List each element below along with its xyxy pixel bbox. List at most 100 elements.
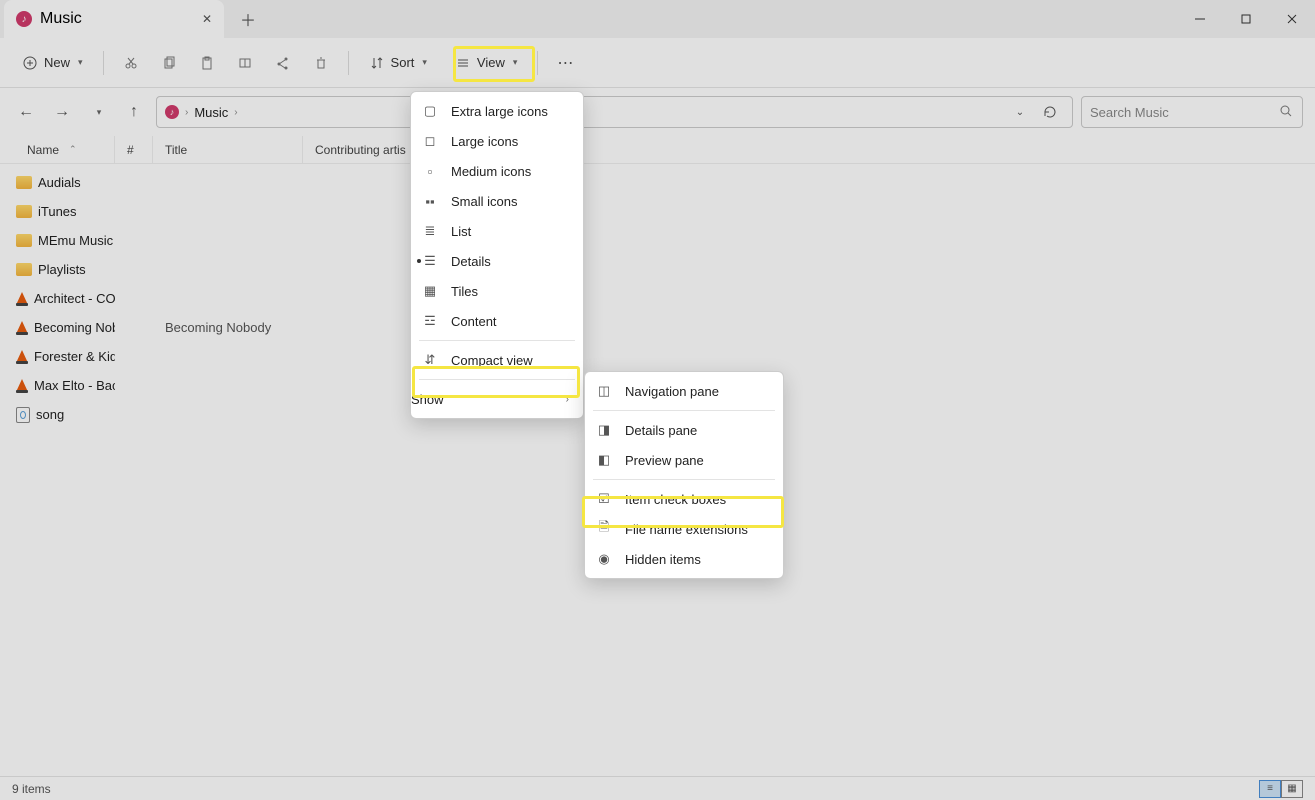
- new-label: New: [44, 55, 70, 70]
- up-button[interactable]: ↑: [120, 98, 148, 126]
- menu-small-icons[interactable]: ▪▪Small icons: [411, 186, 583, 216]
- media-icon: [16, 292, 28, 305]
- column-title[interactable]: Title: [153, 136, 303, 163]
- chevron-right-icon: ›: [566, 394, 569, 405]
- tab-close-button[interactable]: ✕: [202, 12, 212, 26]
- maximize-button[interactable]: [1223, 0, 1269, 38]
- view-button[interactable]: View ▾: [445, 46, 527, 80]
- file-icon: [16, 407, 30, 423]
- recent-button[interactable]: ▾: [84, 98, 112, 126]
- menu-medium-icons[interactable]: ▫Medium icons: [411, 156, 583, 186]
- forward-button[interactable]: →: [48, 98, 76, 126]
- tiles-icon: ▦: [421, 283, 439, 299]
- selected-bullet-icon: [417, 259, 421, 263]
- breadcrumb-music[interactable]: Music: [194, 105, 228, 120]
- cut-button[interactable]: [114, 46, 148, 80]
- menu-navigation-pane[interactable]: ◫Navigation pane: [585, 376, 783, 406]
- menu-compact-view[interactable]: ⇵Compact view: [411, 345, 583, 375]
- new-tab-button[interactable]: ＋: [232, 3, 264, 35]
- address-dropdown-button[interactable]: ⌄: [1006, 98, 1034, 126]
- list-item[interactable]: iTunes: [0, 197, 1315, 226]
- chevron-down-icon: ▾: [513, 57, 518, 68]
- new-button[interactable]: New ▾: [12, 46, 93, 80]
- list-item[interactable]: Becoming Nob... Becoming Nobody: [0, 313, 1315, 342]
- status-bar: 9 items ≡ ▦: [0, 776, 1315, 800]
- small-icon: ▪▪: [421, 194, 439, 209]
- extra-large-icon: ▢: [421, 103, 439, 119]
- column-name[interactable]: Name⌃: [0, 136, 115, 163]
- file-title: Becoming Nobody: [153, 320, 303, 335]
- file-name: Playlists: [38, 262, 86, 277]
- menu-list[interactable]: ≣List: [411, 216, 583, 246]
- tab-music[interactable]: ♪ Music ✕: [4, 0, 224, 38]
- chevron-down-icon: ▾: [422, 57, 427, 68]
- file-name: Architect - COL...: [34, 291, 115, 306]
- menu-preview-pane[interactable]: ◧Preview pane: [585, 445, 783, 475]
- share-button[interactable]: [266, 46, 300, 80]
- menu-extra-large-icons[interactable]: ▢Extra large icons: [411, 96, 583, 126]
- more-button[interactable]: ⋯: [548, 46, 582, 80]
- list-item[interactable]: Audials: [0, 168, 1315, 197]
- sort-button[interactable]: Sort ▾: [359, 46, 437, 80]
- titlebar: ♪ Music ✕ ＋: [0, 0, 1315, 38]
- column-number[interactable]: #: [115, 136, 153, 163]
- list-item[interactable]: MEmu Music: [0, 226, 1315, 255]
- folder-icon: [16, 205, 32, 218]
- paste-button[interactable]: [190, 46, 224, 80]
- menu-tiles[interactable]: ▦Tiles: [411, 276, 583, 306]
- rename-button[interactable]: [228, 46, 262, 80]
- menu-large-icons[interactable]: ◻Large icons: [411, 126, 583, 156]
- file-name: Max Elto - Back...: [34, 378, 115, 393]
- menu-item-checkboxes[interactable]: ☑Item check boxes: [585, 484, 783, 514]
- content-icon: ☲: [421, 313, 439, 329]
- toolbar: New ▾ Sort ▾ View ▾ ⋯: [0, 38, 1315, 88]
- search-input[interactable]: Search Music: [1081, 96, 1303, 128]
- file-name: iTunes: [38, 204, 77, 219]
- menu-details-pane[interactable]: ◨Details pane: [585, 415, 783, 445]
- search-icon: [1278, 103, 1294, 122]
- music-icon: ♪: [16, 11, 32, 27]
- medium-icon: ▫: [421, 164, 439, 179]
- menu-show[interactable]: Show›: [411, 384, 583, 414]
- sort-label: Sort: [391, 55, 415, 70]
- list-item[interactable]: Architect - COL...: [0, 284, 1315, 313]
- details-view-toggle[interactable]: ≡: [1259, 780, 1281, 798]
- file-name: Becoming Nob...: [34, 320, 115, 335]
- folder-icon: [16, 176, 32, 189]
- file-name: Forester & Kidn...: [34, 349, 115, 364]
- view-label: View: [477, 55, 505, 70]
- compact-icon: ⇵: [421, 352, 439, 368]
- address-bar[interactable]: ♪ › Music › ⌄: [156, 96, 1073, 128]
- preview-pane-icon: ◧: [595, 452, 613, 468]
- delete-button[interactable]: [304, 46, 338, 80]
- file-name: MEmu Music: [38, 233, 113, 248]
- file-name: Audials: [38, 175, 81, 190]
- breadcrumb-separator: ›: [234, 107, 237, 118]
- checkbox-icon: ☑: [595, 491, 613, 507]
- back-button[interactable]: ←: [12, 98, 40, 126]
- minimize-button[interactable]: [1177, 0, 1223, 38]
- list-item[interactable]: Forester & Kidn...: [0, 342, 1315, 371]
- copy-button[interactable]: [152, 46, 186, 80]
- folder-icon: [16, 263, 32, 276]
- details-pane-icon: ◨: [595, 422, 613, 438]
- item-count: 9 items: [12, 782, 51, 796]
- media-icon: [16, 350, 28, 363]
- icons-view-toggle[interactable]: ▦: [1281, 780, 1303, 798]
- file-name: song: [36, 407, 64, 422]
- close-button[interactable]: [1269, 0, 1315, 38]
- list-icon: ≣: [421, 223, 439, 239]
- media-icon: [16, 321, 28, 334]
- large-icon: ◻: [421, 133, 439, 149]
- menu-file-name-extensions[interactable]: 🗎File name extensions: [585, 514, 783, 544]
- column-headers: Name⌃ # Title Contributing artis: [0, 136, 1315, 164]
- refresh-button[interactable]: [1036, 98, 1064, 126]
- list-item[interactable]: Playlists: [0, 255, 1315, 284]
- menu-hidden-items[interactable]: ◉Hidden items: [585, 544, 783, 574]
- menu-details[interactable]: ☰Details: [411, 246, 583, 276]
- eye-icon: ◉: [595, 551, 613, 567]
- tab-title: Music: [40, 10, 82, 28]
- details-icon: ☰: [421, 253, 439, 269]
- menu-content[interactable]: ☲Content: [411, 306, 583, 336]
- show-submenu: ◫Navigation pane ◨Details pane ◧Preview …: [584, 371, 784, 579]
